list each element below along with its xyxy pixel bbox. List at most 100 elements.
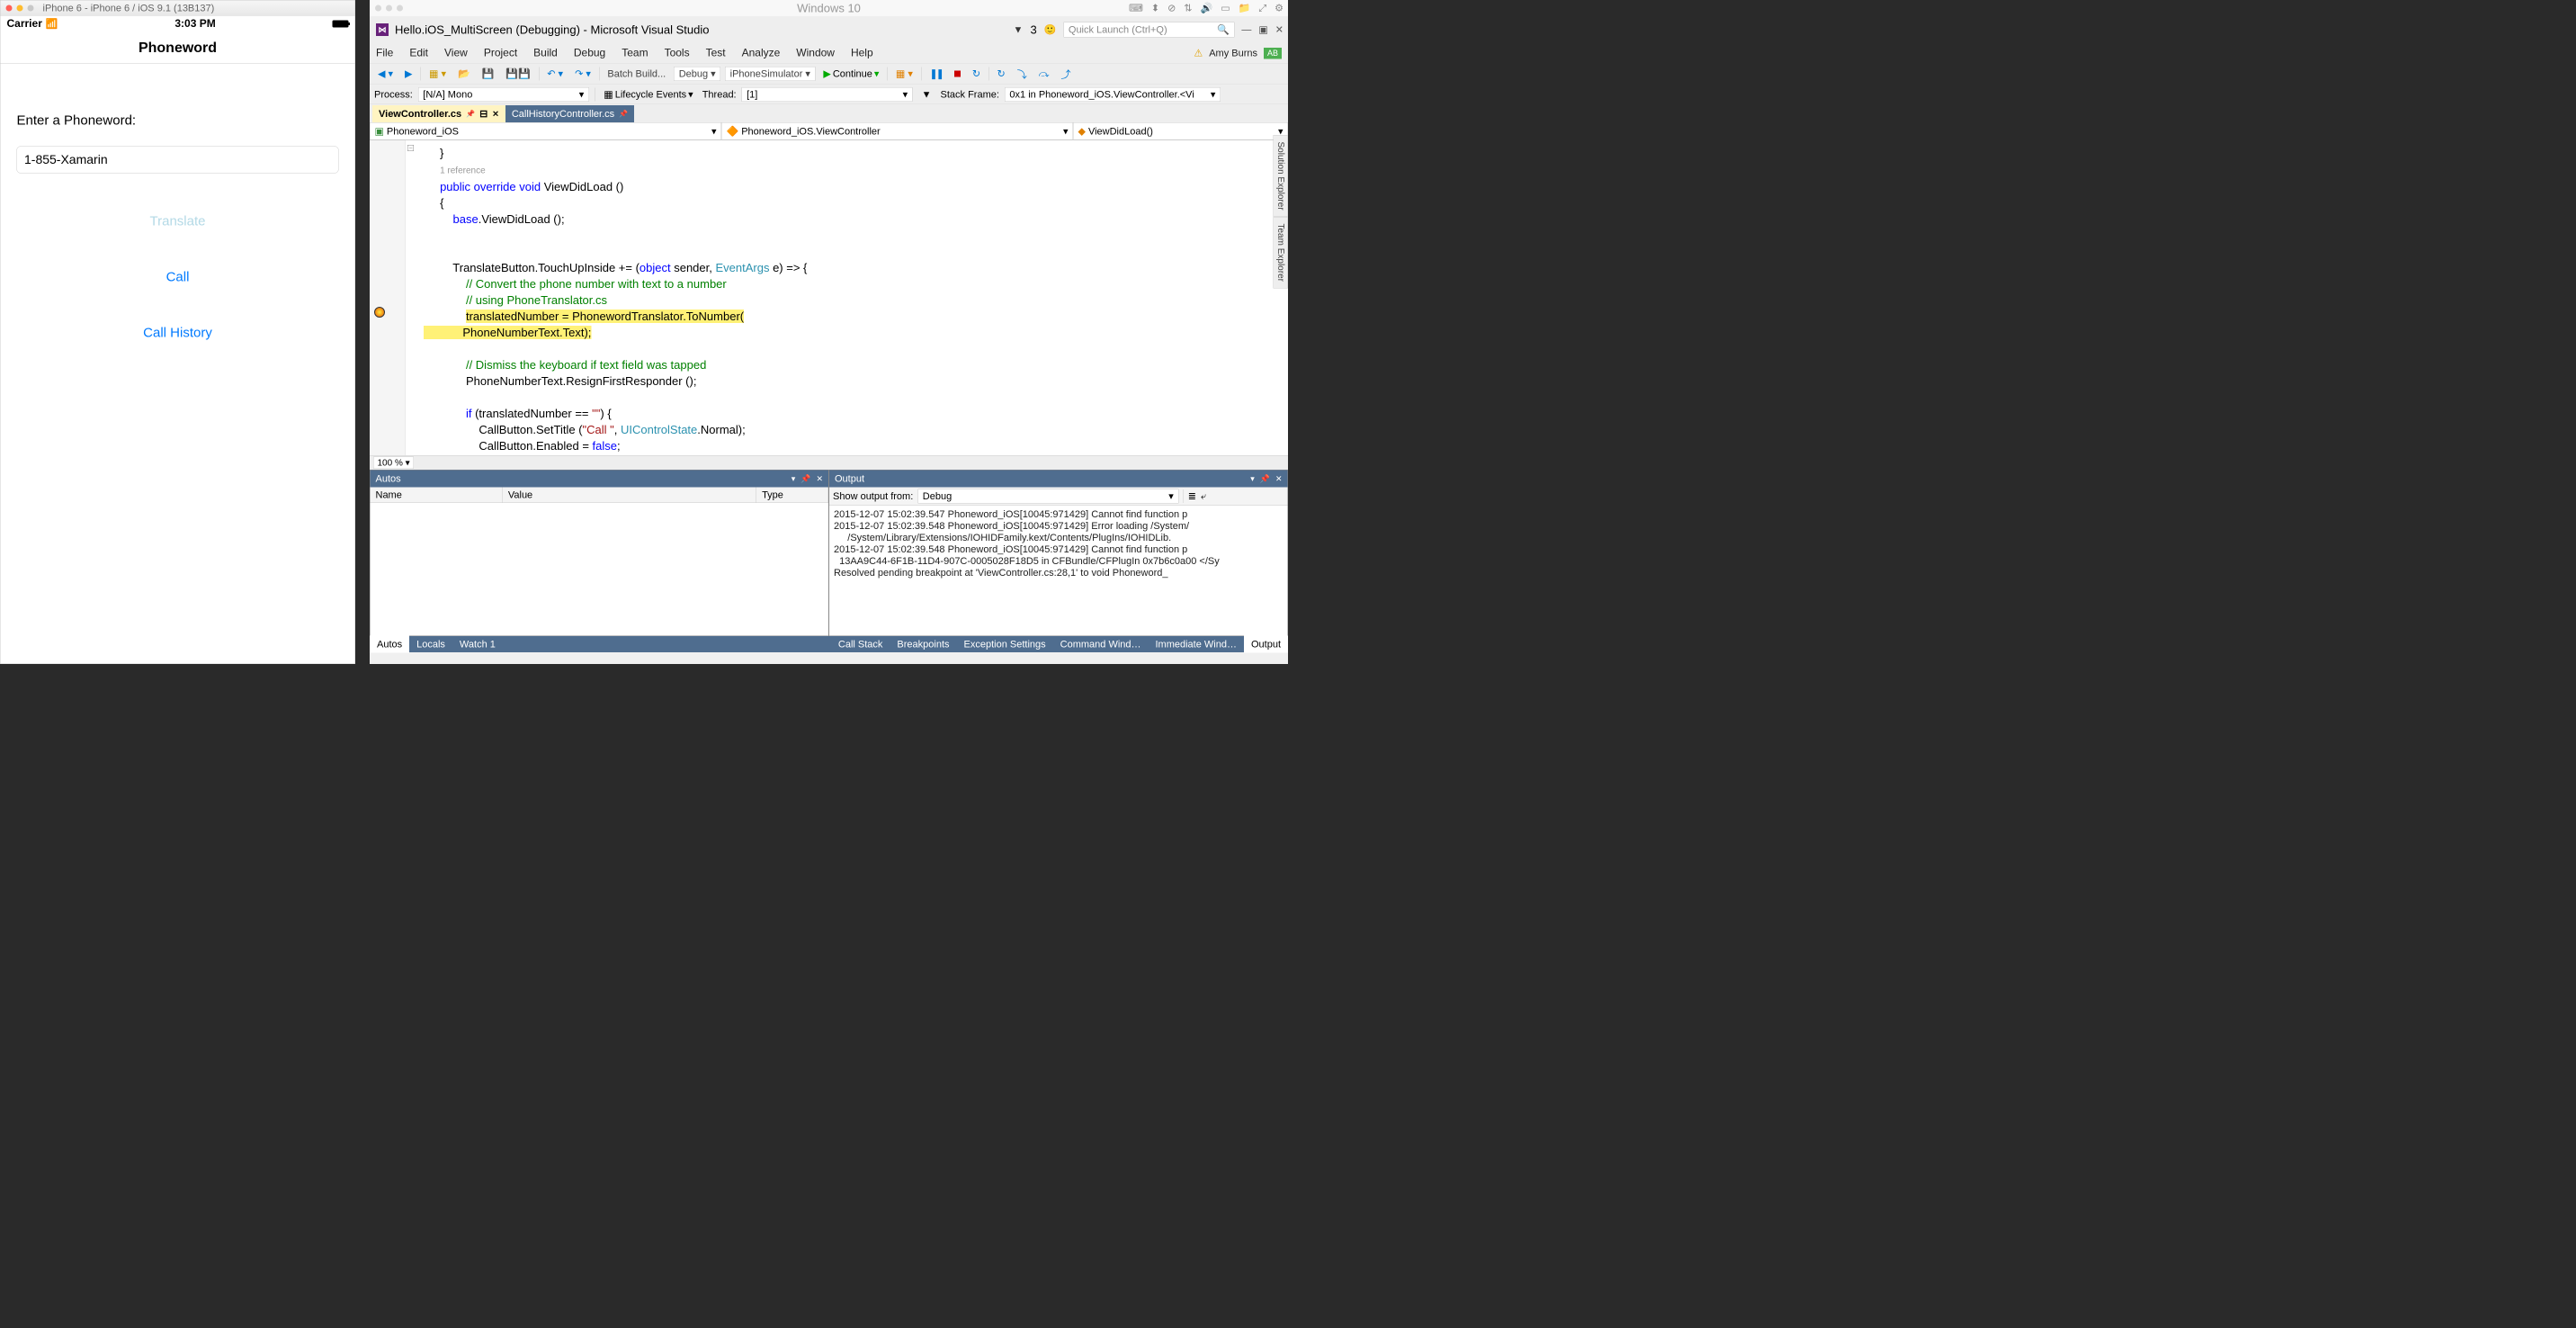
show-next-statement-button[interactable]: ↻	[994, 67, 1009, 82]
close-icon[interactable]	[375, 5, 381, 12]
new-project-button[interactable]: ▦ ▾	[425, 67, 450, 82]
close-icon[interactable]: ✕	[816, 474, 823, 484]
open-file-button[interactable]: 📂	[454, 67, 474, 82]
folder-icon[interactable]: 📁	[1239, 3, 1251, 14]
panel-dropdown-icon[interactable]: ▾	[792, 474, 796, 484]
phoneword-input[interactable]	[17, 147, 339, 174]
close-icon[interactable]: ✕	[1275, 474, 1283, 484]
clear-output-icon[interactable]: ≣	[1188, 490, 1196, 502]
save-button[interactable]: 💾	[479, 67, 498, 82]
tab-autos[interactable]: Autos	[370, 636, 409, 653]
project-dropdown[interactable]: ▣Phoneword_iOS▾	[370, 122, 721, 140]
stack-frame-dropdown[interactable]: 0x1 in Phoneword_iOS.ViewController.<Vi▾	[1005, 87, 1221, 102]
restart-button[interactable]: ↻	[969, 67, 984, 82]
tab-viewcontroller[interactable]: ViewController.cs 📌 ⊟ ✕	[372, 105, 505, 122]
nav-forward-button[interactable]: ▶	[401, 67, 416, 82]
usb-icon[interactable]: ⬍	[1151, 3, 1159, 14]
browser-button[interactable]: ▦ ▾	[892, 67, 917, 82]
pin-icon[interactable]: 📌	[1260, 474, 1270, 484]
process-dropdown[interactable]: [N/A] Mono▾	[418, 87, 589, 102]
user-badge[interactable]: AB	[1264, 48, 1282, 59]
display-icon[interactable]: ▭	[1221, 3, 1230, 14]
col-value[interactable]: Value	[503, 488, 756, 503]
sound-icon[interactable]: 🔊	[1201, 3, 1213, 14]
tab-exception-settings[interactable]: Exception Settings	[957, 636, 1053, 653]
call-button[interactable]: Call	[17, 270, 339, 285]
step-out-button[interactable]: ⤴	[1058, 65, 1075, 83]
nav-back-button[interactable]: ◀ ▾	[374, 67, 397, 82]
menu-help[interactable]: Help	[851, 47, 873, 59]
batch-build-button[interactable]: Batch Build...	[604, 67, 669, 82]
warning-icon[interactable]: ⚠	[1194, 48, 1203, 59]
panel-dropdown-icon[interactable]: ▾	[1250, 474, 1255, 484]
tab-locals[interactable]: Locals	[409, 636, 452, 653]
quick-launch-input[interactable]: Quick Launch (Ctrl+Q) 🔍	[1063, 22, 1234, 38]
continue-button[interactable]: ▶ Continue ▾	[819, 67, 882, 82]
pin-icon[interactable]: 📌	[619, 110, 628, 119]
zoom-icon[interactable]	[28, 4, 34, 11]
fullscreen-icon[interactable]: ⤢	[1258, 3, 1266, 14]
class-dropdown[interactable]: 🔶Phoneword_iOS.ViewController▾	[721, 122, 1073, 140]
tab-immediate-window[interactable]: Immediate Wind…	[1149, 636, 1244, 653]
code-editor[interactable]: − } 1 reference public override void Vie…	[370, 140, 1288, 455]
close-button[interactable]: ✕	[1275, 24, 1284, 36]
tab-watch1[interactable]: Watch 1	[452, 636, 503, 653]
stop-button[interactable]	[951, 69, 964, 79]
menu-tools[interactable]: Tools	[665, 47, 690, 59]
minimize-button[interactable]: —	[1241, 24, 1251, 36]
tab-team-explorer[interactable]: Team Explorer	[1274, 217, 1289, 288]
user-name[interactable]: Amy Burns	[1209, 48, 1257, 59]
menu-build[interactable]: Build	[533, 47, 558, 59]
tab-callstack[interactable]: Call Stack	[831, 636, 890, 653]
call-history-button[interactable]: Call History	[17, 326, 339, 341]
redo-button[interactable]: ↷ ▾	[571, 67, 595, 82]
tab-callhistory[interactable]: CallHistoryController.cs 📌	[505, 105, 634, 122]
network-icon[interactable]: ⇅	[1184, 3, 1192, 14]
undo-button[interactable]: ↶ ▾	[543, 67, 567, 82]
lifecycle-events-button[interactable]: ▦ Lifecycle Events ▾	[600, 86, 696, 102]
notifications-flag-icon[interactable]: ▼	[1014, 24, 1024, 36]
code-content[interactable]: } 1 reference public override void ViewD…	[370, 140, 1288, 454]
save-all-button[interactable]: 💾💾	[502, 67, 533, 82]
keyboard-icon[interactable]: ⌨	[1129, 3, 1143, 14]
collapse-icon[interactable]: −	[407, 145, 414, 151]
breakpoint-marker-icon[interactable]	[374, 307, 385, 318]
feedback-icon[interactable]: 🙂	[1044, 24, 1057, 36]
menu-file[interactable]: File	[376, 47, 393, 59]
thread-dropdown[interactable]: [1]▾	[742, 87, 913, 102]
output-source-dropdown[interactable]: Debug▾	[917, 489, 1178, 504]
close-icon[interactable]	[6, 4, 13, 11]
col-type[interactable]: Type	[756, 488, 828, 503]
config-dropdown[interactable]: Debug ▾	[674, 67, 720, 81]
tab-breakpoints[interactable]: Breakpoints	[890, 636, 956, 653]
translate-button[interactable]: Translate	[17, 214, 339, 229]
step-over-button[interactable]: ⤼	[1035, 67, 1053, 82]
minimize-icon[interactable]	[386, 5, 392, 12]
member-dropdown[interactable]: ◆ViewDidLoad()▾	[1073, 122, 1288, 140]
output-text[interactable]: 2015-12-07 15:02:39.547 Phoneword_iOS[10…	[829, 506, 1288, 636]
menu-view[interactable]: View	[444, 47, 468, 59]
menu-team[interactable]: Team	[622, 47, 648, 59]
step-into-button[interactable]: ⤵	[1014, 65, 1031, 83]
menu-test[interactable]: Test	[706, 47, 726, 59]
minimize-icon[interactable]	[17, 4, 23, 11]
disc-icon[interactable]: ⊘	[1167, 3, 1176, 14]
platform-dropdown[interactable]: iPhoneSimulator ▾	[725, 67, 815, 81]
pin-icon[interactable]: 📌	[801, 474, 810, 484]
restore-button[interactable]: ▣	[1258, 24, 1267, 36]
menu-analyze[interactable]: Analyze	[742, 47, 781, 59]
zoom-dropdown[interactable]: 100 % ▾	[373, 457, 414, 470]
pin-icon[interactable]: 📌	[466, 110, 475, 119]
col-name[interactable]: Name	[371, 488, 503, 503]
toggle-wrap-icon[interactable]: ⤶	[1201, 490, 1206, 502]
filter-icon[interactable]: ▼	[918, 86, 935, 102]
tab-solution-explorer[interactable]: Solution Explorer	[1274, 135, 1289, 217]
pause-button[interactable]: ❚❚	[926, 67, 945, 82]
menu-project[interactable]: Project	[484, 47, 517, 59]
close-tab-icon[interactable]: ✕	[492, 109, 499, 119]
gear-icon[interactable]: ⚙	[1275, 3, 1284, 14]
tab-output[interactable]: Output	[1244, 636, 1288, 653]
zoom-icon[interactable]	[397, 5, 403, 12]
menu-debug[interactable]: Debug	[574, 47, 605, 59]
menu-window[interactable]: Window	[796, 47, 835, 59]
